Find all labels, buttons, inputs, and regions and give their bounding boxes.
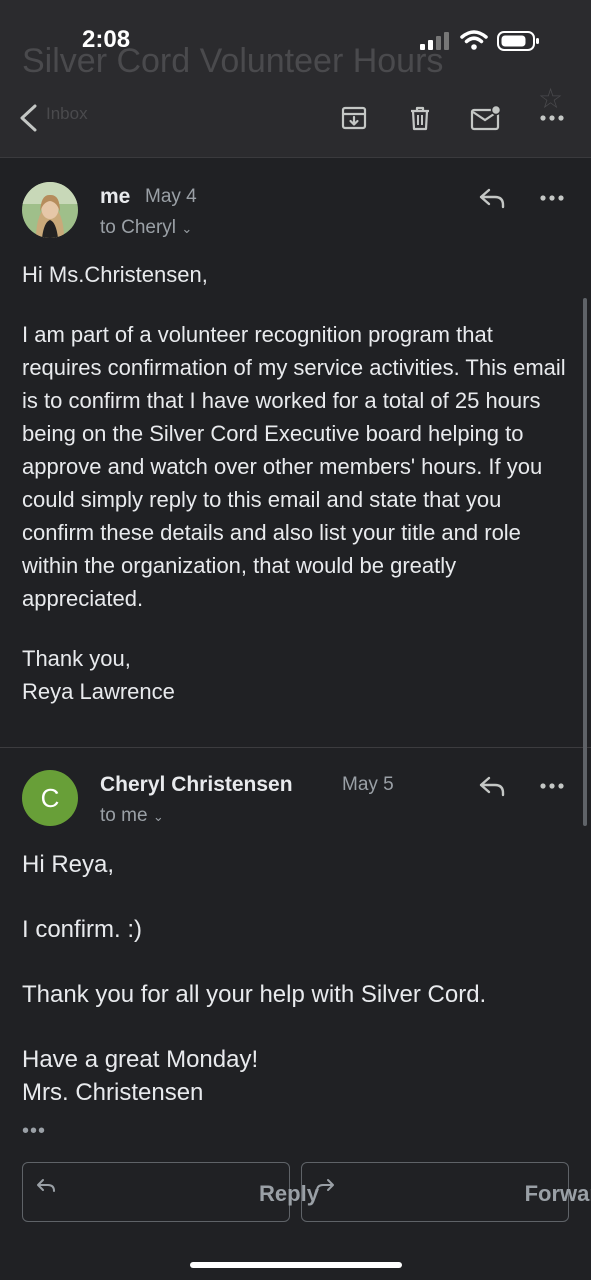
reply-icon	[35, 1177, 57, 1203]
reply-icon	[479, 188, 505, 209]
chevron-down-icon: ⌄	[181, 221, 193, 236]
more-options-button[interactable]	[532, 98, 572, 138]
reply-action-button[interactable]: Reply	[22, 1162, 319, 1222]
mark-unread-icon	[470, 104, 502, 131]
avatar-letter: C	[40, 782, 60, 813]
avatar[interactable]: C	[22, 770, 78, 826]
sender-name: me	[100, 185, 131, 208]
signature: Mrs. Christensen	[22, 1079, 204, 1106]
forward-action-button[interactable]: Forward	[301, 1162, 591, 1222]
closing: Thank you,	[22, 646, 131, 671]
trash-icon	[411, 106, 429, 131]
forward-label: Forward	[524, 1181, 591, 1206]
avatar[interactable]	[22, 182, 78, 238]
inbox-label: Inbox	[46, 104, 88, 123]
delete-button[interactable]	[400, 98, 440, 138]
reply-button[interactable]	[472, 766, 512, 806]
status-time: 2:08	[82, 26, 131, 53]
show-trimmed-content[interactable]: •••	[22, 1120, 46, 1143]
archive-button[interactable]	[334, 98, 374, 138]
top-app-bar: Silver Cord Volunteer Hours Inbox ☆ 2:08	[0, 0, 591, 158]
body-line: Have a great Monday!	[22, 1046, 259, 1073]
recipient-toggle[interactable]: to Cheryl ⌄	[100, 217, 192, 239]
recipient-toggle[interactable]: to me ⌄	[100, 805, 164, 827]
cellular-icon	[420, 30, 539, 51]
message-date: May 5	[342, 774, 394, 795]
profile-photo-icon	[22, 182, 78, 238]
message-more-button[interactable]	[532, 766, 572, 806]
back-button[interactable]	[10, 98, 50, 138]
forward-icon	[314, 1177, 336, 1203]
message-body: Hi Reya, I confirm. :) Thank you for all…	[22, 848, 578, 1109]
archive-icon	[341, 106, 367, 130]
message-more-button[interactable]	[532, 178, 572, 218]
body-paragraph: I am part of a volunteer recognition pro…	[22, 322, 566, 611]
chevron-down-icon: ⌄	[152, 809, 164, 824]
reply-button[interactable]	[472, 178, 512, 218]
greeting: Hi Reya,	[22, 851, 115, 878]
scrollbar[interactable]	[583, 298, 587, 826]
message-date: May 4	[145, 186, 197, 207]
recipient-label: to Cheryl	[100, 217, 177, 238]
signature: Reya Lawrence	[22, 679, 175, 704]
home-indicator[interactable]	[190, 1262, 402, 1268]
more-icon	[540, 783, 564, 789]
message-body: Hi Ms.Christensen, I am part of a volunt…	[22, 258, 578, 708]
status-icons	[418, 28, 542, 54]
greeting: Hi Ms.Christensen,	[22, 262, 208, 287]
body-line: Thank you for all your help with Silver …	[22, 981, 487, 1008]
more-icon	[540, 115, 564, 121]
reply-icon	[479, 776, 505, 797]
back-arrow-icon	[20, 104, 37, 132]
message-divider	[0, 747, 591, 748]
mark-unread-button[interactable]	[466, 98, 506, 138]
recipient-label: to me	[100, 805, 148, 826]
sender-name: Cheryl Christensen	[100, 773, 293, 796]
more-icon	[540, 195, 564, 201]
body-line: I confirm. :)	[22, 916, 143, 943]
